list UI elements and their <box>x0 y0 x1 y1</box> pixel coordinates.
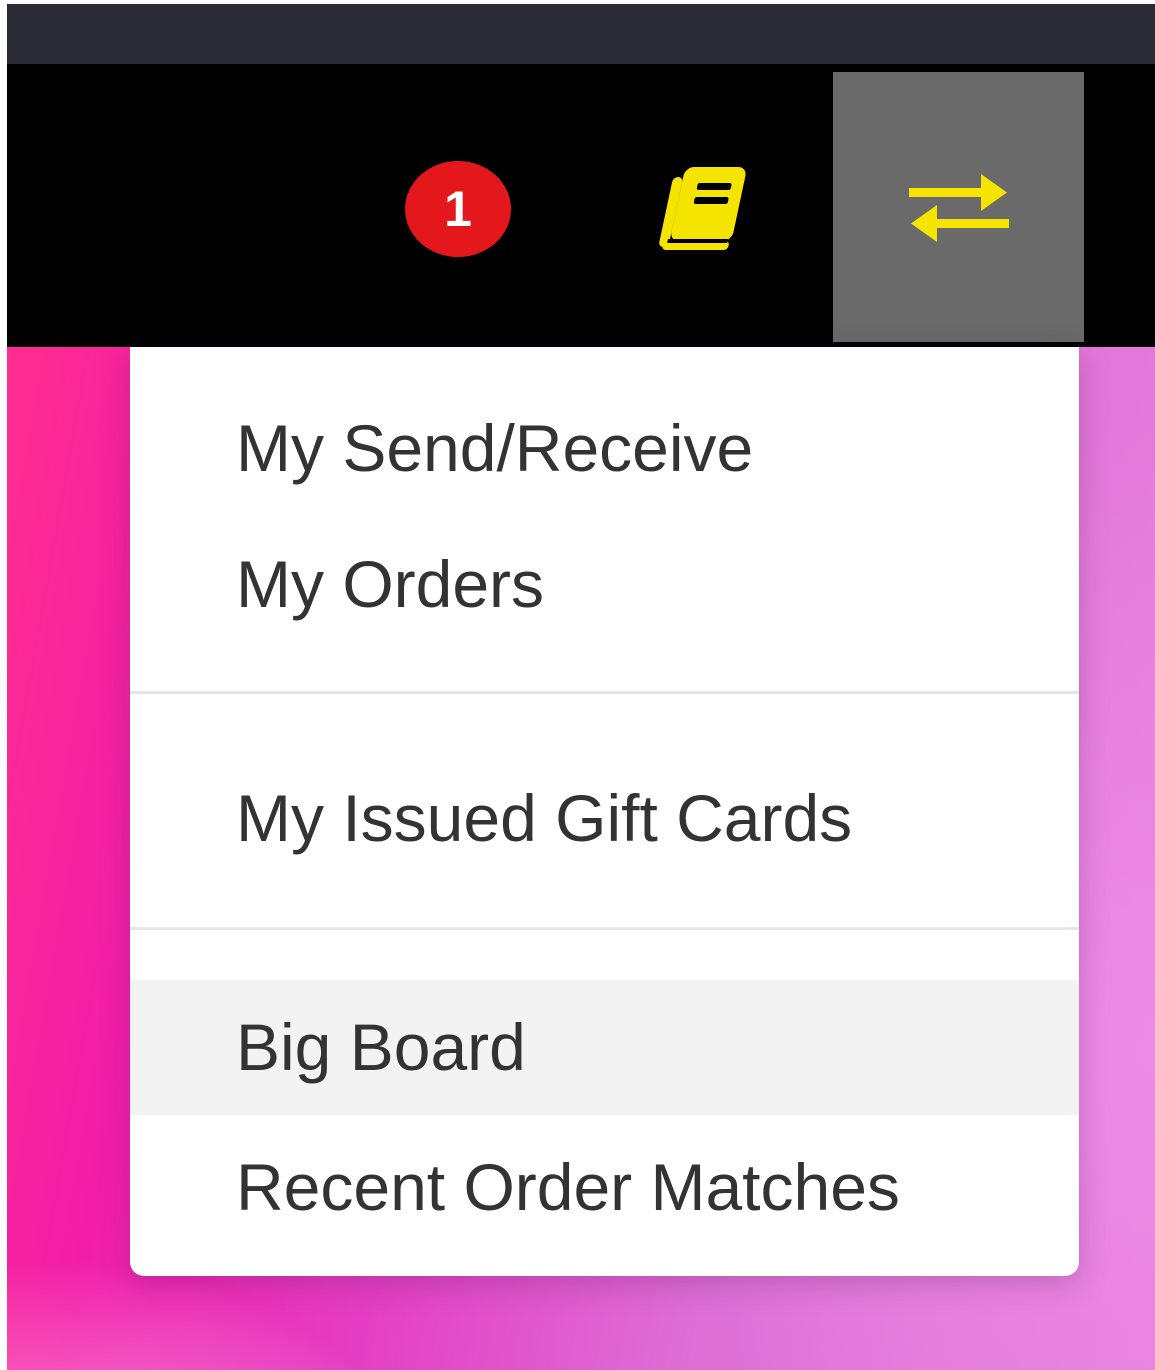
app-window: 1 My Send/Receive My Orders My Issued Gi… <box>7 4 1155 1370</box>
notification-badge[interactable]: 1 <box>405 161 511 257</box>
menu-item-my-send-receive[interactable]: My Send/Receive <box>130 403 1079 493</box>
book-icon[interactable] <box>657 159 757 254</box>
exchange-dropdown-menu: My Send/Receive My Orders My Issued Gift… <box>130 347 1079 1276</box>
menu-divider <box>130 927 1079 930</box>
window-title-strip <box>7 4 1155 64</box>
menu-item-recent-order-matches[interactable]: Recent Order Matches <box>130 1142 1079 1232</box>
menu-item-big-board[interactable]: Big Board <box>130 980 1079 1115</box>
exchange-menu-button[interactable] <box>833 72 1084 342</box>
menu-item-my-issued-gift-cards[interactable]: My Issued Gift Cards <box>130 773 1079 863</box>
menu-divider <box>130 691 1079 694</box>
menu-item-my-orders[interactable]: My Orders <box>130 539 1079 629</box>
book-icon-graphic <box>659 167 746 250</box>
exchange-arrows-icon <box>909 174 1009 242</box>
